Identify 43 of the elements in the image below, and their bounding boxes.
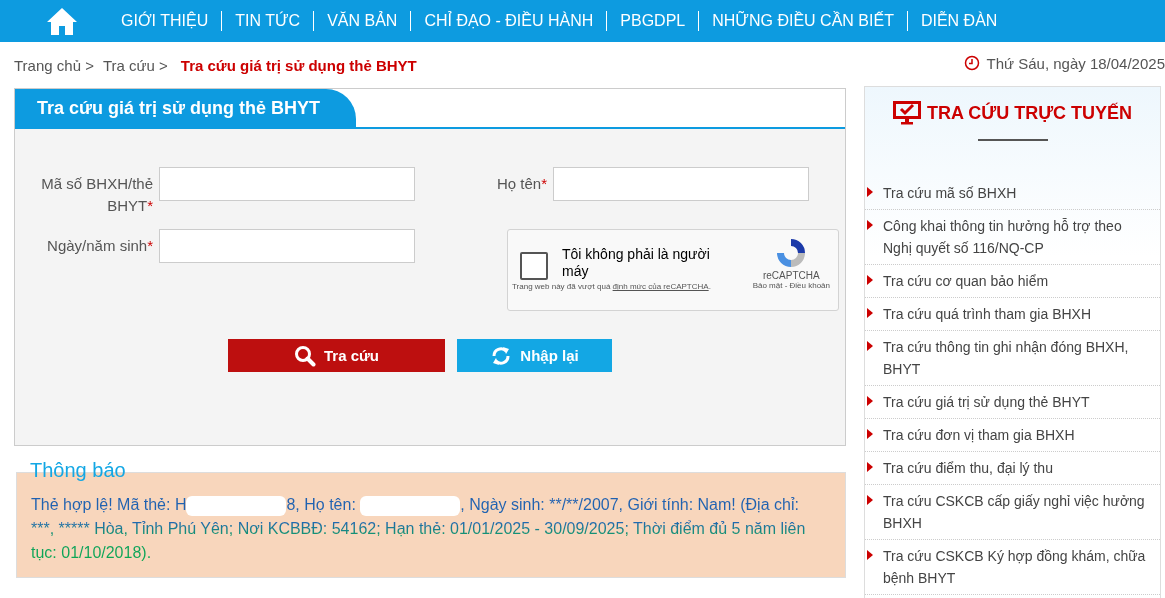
bullet-arrow-icon (867, 275, 873, 285)
captcha-label: Tôi không phải là người máy (562, 246, 711, 280)
date-text: Thứ Sáu, ngày 18/04/2025 (986, 54, 1165, 72)
quota-link[interactable]: định mức của reCAPTCHA (612, 282, 709, 291)
breadcrumb-link[interactable]: Trang chủ > (14, 56, 94, 74)
sidebar-link[interactable]: Tra cứu CSKCB Ký hợp đồng khám, chữa bệnh BHYT (883, 545, 1152, 589)
captcha-note: Trang web này đã vượt quá định mức của reCAPTCHA. (512, 282, 712, 292)
sidebar-link[interactable]: Tra cứu mã số BHXH (883, 182, 1017, 204)
input-field[interactable] (159, 229, 415, 263)
monitor-check-icon (892, 101, 921, 125)
bullet-arrow-icon (867, 550, 873, 560)
bullet-arrow-icon (867, 220, 873, 230)
sidebar-link[interactable]: Tra cứu quá trình tham gia BHXH (883, 303, 1092, 325)
sidebar-link[interactable]: Tra cứu cơ quan bảo hiểm (883, 270, 1049, 292)
sidebar-link[interactable]: Tra cứu điểm thu, đại lý thu (883, 457, 1053, 479)
sidebar-title: TRA CỨU TRỰC TUYẾN (926, 102, 1133, 124)
input-field[interactable] (553, 167, 809, 201)
bullet-arrow-icon (867, 495, 873, 505)
sidebar-link[interactable]: Công khai thông tin hưởng hỗ trợ theo Nghị quyết số 116/NQ-CP (883, 215, 1152, 259)
home-icon[interactable] (46, 6, 78, 36)
breadcrumb-current: Tra cứu giá trị sử dụng thẻ BHYT (180, 56, 417, 74)
bullet-arrow-icon (867, 429, 873, 439)
field-label: Mã số BHXH/thẻ BHYT* (40, 174, 154, 216)
bullet-arrow-icon (867, 187, 873, 197)
sidebar-link[interactable]: Tra cứu thông tin ghi nhận đóng BHXH, BHYT (883, 336, 1152, 380)
field-label: Ngày/năm sinh* (46, 236, 154, 256)
privacy-terms-links[interactable]: Bảo mật - Điều khoản (752, 281, 830, 290)
bullet-arrow-icon (867, 341, 873, 351)
recaptcha-brand: reCAPTCHA (762, 270, 820, 281)
clock-icon (964, 55, 981, 71)
captcha-checkbox[interactable] (520, 252, 548, 280)
search-button[interactable]: Tra cứu (228, 339, 445, 372)
bullet-arrow-icon (867, 462, 873, 472)
sidebar-link[interactable]: Tra cứu giá trị sử dụng thẻ BHYT (883, 391, 1090, 413)
breadcrumb-link[interactable]: Tra cứu > (102, 56, 168, 74)
sidebar-link[interactable]: Tra cứu CSKCB cấp giấy nghỉ việc hưởng BHXH (883, 490, 1152, 534)
search-icon (293, 344, 316, 367)
notice-title: Thông báo (30, 459, 126, 482)
input-field[interactable] (159, 167, 415, 201)
field-label: Họ tên* (495, 174, 548, 194)
bullet-arrow-icon (867, 396, 873, 406)
bullet-arrow-icon (867, 308, 873, 318)
sidebar-link[interactable]: Tra cứu đơn vị tham gia BHXH (883, 424, 1075, 446)
